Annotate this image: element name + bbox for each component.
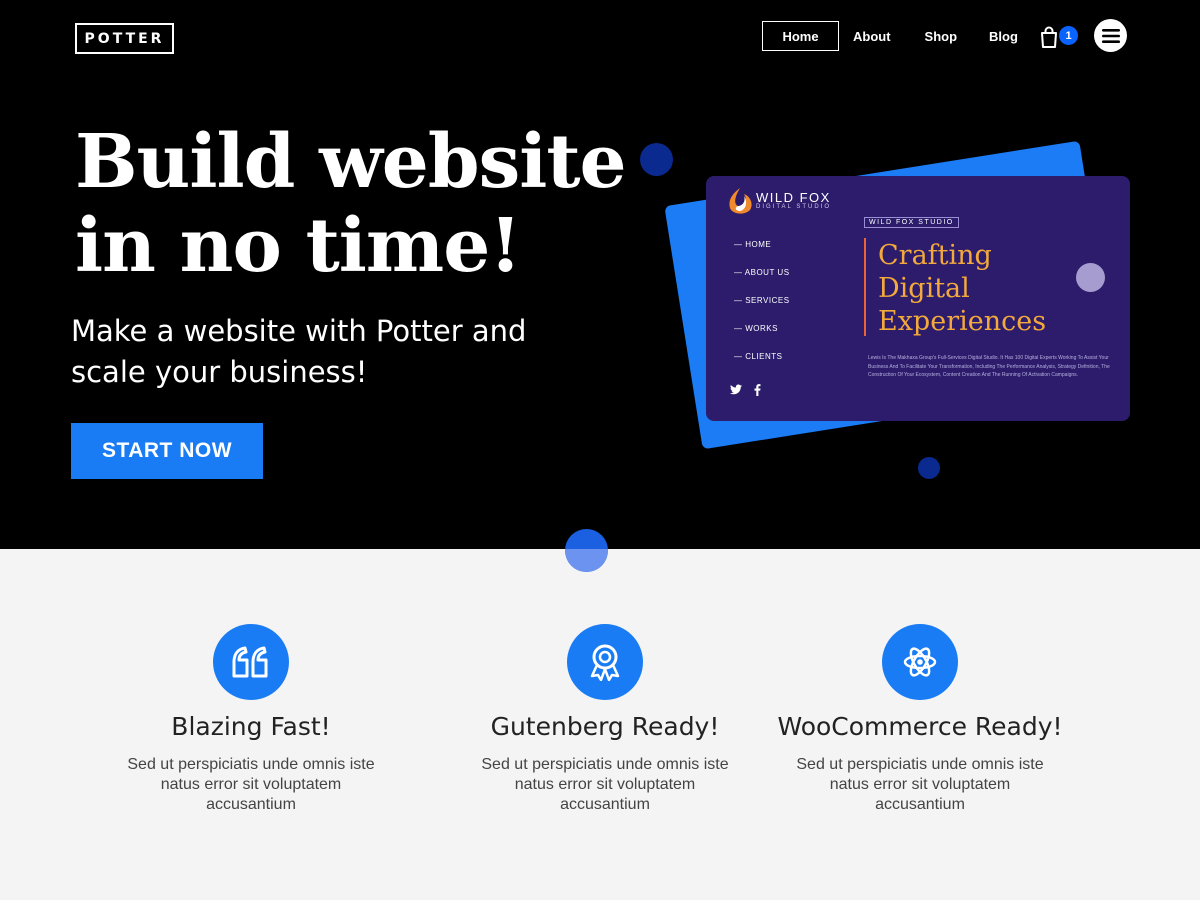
preview-heading-line: Experiences: [878, 306, 1047, 337]
nav-shop[interactable]: Shop: [925, 29, 958, 44]
start-now-button[interactable]: START NOW: [71, 423, 263, 479]
feature-description: Sed ut perspiciatis unde omnis iste natu…: [481, 756, 729, 813]
preview-brand-sub: DIGITAL STUDIO: [756, 204, 832, 210]
decorative-dot: [565, 529, 608, 572]
preview-heading: Crafting Digital Experiences: [878, 239, 1046, 338]
feature-title: Gutenberg Ready!: [490, 712, 720, 741]
website-preview-card: WILD FOX DIGITAL STUDIO — HOME — ABOUT U…: [706, 176, 1130, 421]
feature-description: Sed ut perspiciatis unde omnis iste natu…: [796, 756, 1044, 813]
feature-woocommerce-ready: WooCommerce Ready! Sed ut perspiciatis u…: [755, 624, 1085, 815]
nav-about[interactable]: About: [853, 29, 891, 44]
award-icon: [590, 644, 620, 681]
feature-description: Sed ut perspiciatis unde omnis iste natu…: [127, 756, 375, 813]
hamburger-icon: [1101, 28, 1120, 43]
decorative-dot: [640, 143, 673, 176]
preview-brand-name: WILD FOX: [756, 190, 831, 205]
feature-title: Blazing Fast!: [171, 712, 331, 741]
preview-heading-line: Crafting: [878, 240, 992, 271]
preview-social-icons: [730, 384, 761, 396]
fox-logo-icon: [729, 188, 752, 214]
preview-menu-item: — ABOUT US: [734, 268, 790, 277]
preview-studio-tag: WILD FOX STUDIO: [864, 217, 959, 228]
atom-icon: [903, 647, 937, 677]
feature-title: WooCommerce Ready!: [777, 712, 1063, 741]
cart-count-badge: 1: [1059, 26, 1078, 45]
features-section: Blazing Fast! Sed ut perspiciatis unde o…: [0, 549, 1200, 900]
hero-section: POTTER Home About Shop Blog 1 Build webs…: [0, 0, 1200, 549]
preview-menu-item: — WORKS: [734, 324, 778, 333]
site-logo[interactable]: POTTER: [75, 23, 174, 54]
twitter-icon: [730, 384, 742, 395]
decorative-dot: [918, 457, 940, 479]
headline-line-2: in no time!: [75, 203, 522, 289]
nav-blog[interactable]: Blog: [989, 29, 1018, 44]
hamburger-menu-button[interactable]: [1094, 19, 1127, 52]
preview-menu-item: — HOME: [734, 240, 772, 249]
preview-menu-item: — CLIENTS: [734, 352, 783, 361]
preview-menu: — HOME — ABOUT US — SERVICES — WORKS — C…: [734, 240, 790, 380]
preview-brand: WILD FOX DIGITAL STUDIO: [726, 186, 831, 216]
preview-accent-line: [864, 238, 866, 336]
feature-blazing-fast: Blazing Fast! Sed ut perspiciatis unde o…: [86, 624, 416, 815]
feature-gutenberg-ready: Gutenberg Ready! Sed ut perspiciatis und…: [440, 624, 770, 815]
nav-home[interactable]: Home: [762, 21, 839, 51]
main-nav: Home About Shop Blog: [762, 21, 1018, 51]
decorative-dot: [1076, 263, 1105, 292]
headline-line-1: Build website: [75, 119, 627, 205]
preview-body-text: Lewis Is The Makhaxa Group's Full-Servic…: [868, 355, 1110, 378]
facebook-icon: [754, 384, 761, 396]
preview-heading-line: Digital: [878, 273, 970, 304]
feature-icon-badge: [567, 624, 643, 700]
hero-headline: Build website in no time!: [75, 120, 635, 288]
feature-icon-badge: [213, 624, 289, 700]
preview-menu-item: — SERVICES: [734, 296, 790, 305]
hero-subheading: Make a website with Potter and scale you…: [71, 314, 527, 389]
cart-icon[interactable]: [1037, 25, 1061, 49]
feature-icon-badge: [882, 624, 958, 700]
quote-icon: [232, 646, 268, 678]
